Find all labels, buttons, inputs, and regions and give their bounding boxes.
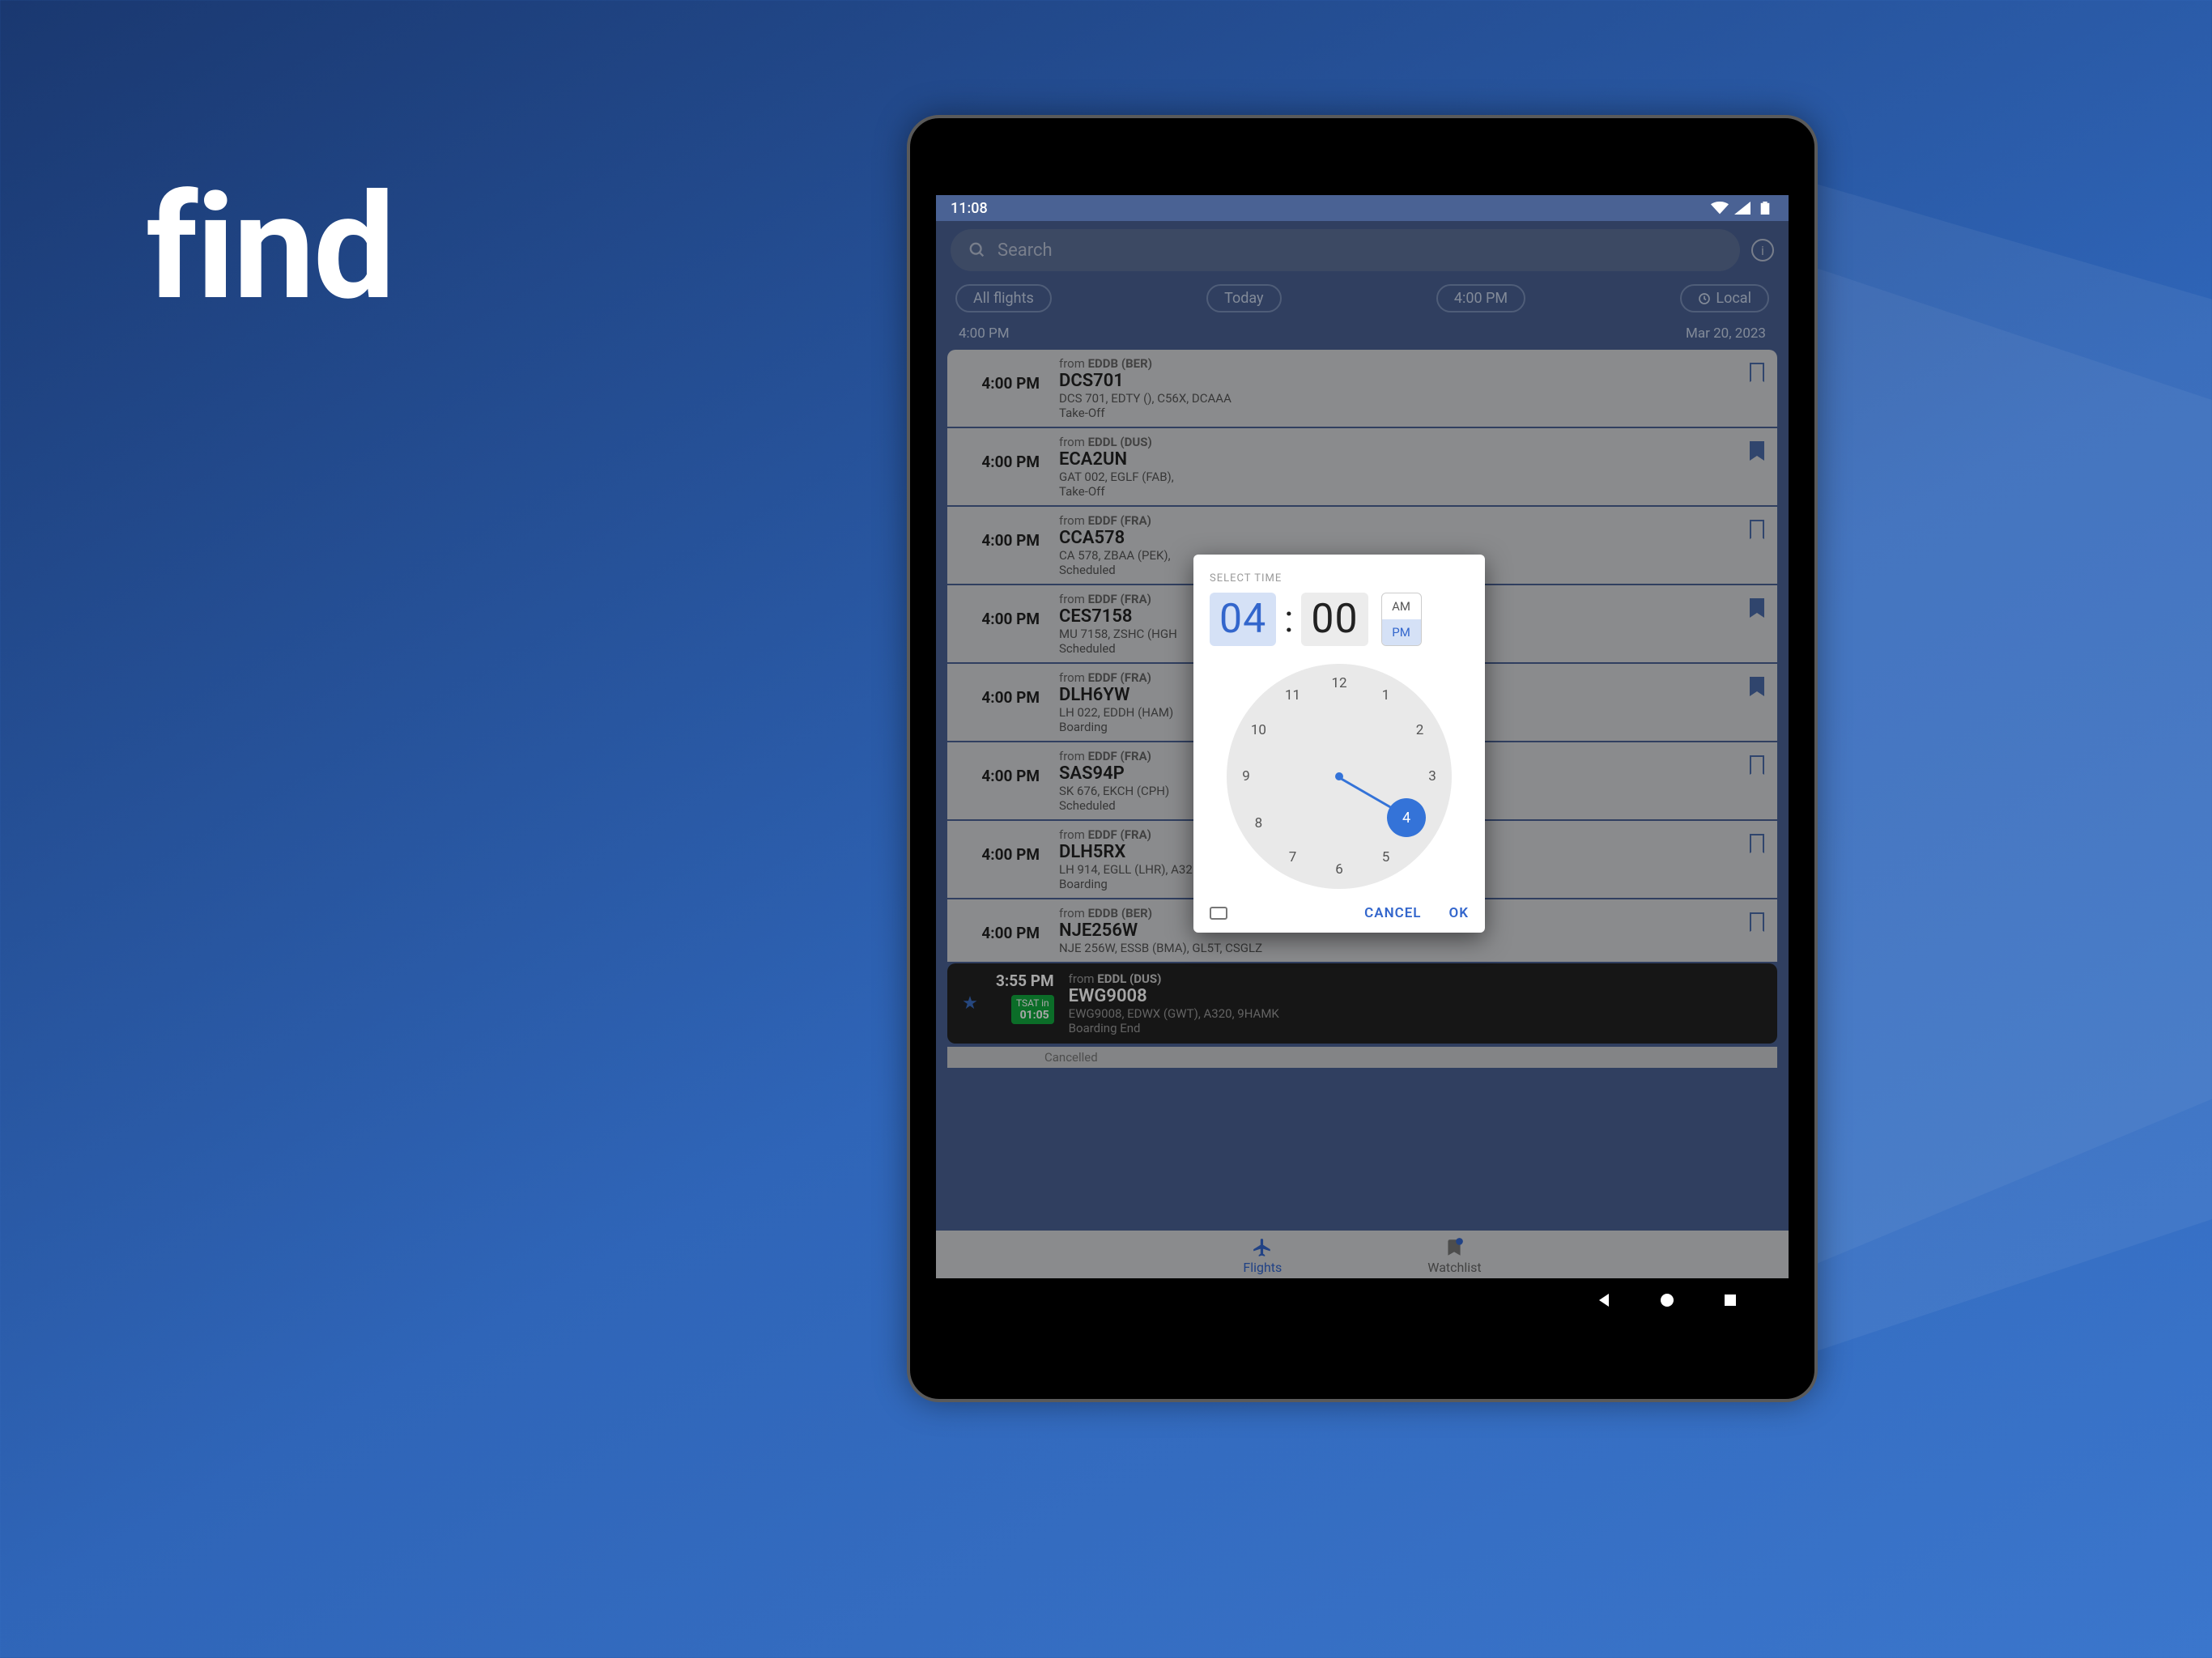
plane-icon <box>1252 1237 1273 1258</box>
time-colon: : <box>1284 597 1293 641</box>
flight-status: Boarding End <box>1069 1021 1766 1035</box>
hour-selector[interactable]: 04 <box>1210 593 1276 646</box>
status-time: 11:08 <box>951 200 988 217</box>
cancel-button[interactable]: CANCEL <box>1364 905 1421 921</box>
flight-card[interactable]: 4:00 PM from EDDL (DUS) ECA2UN GAT 002, … <box>947 428 1777 505</box>
flight-number: DCS701 <box>1059 371 1766 391</box>
clock-number[interactable]: 10 <box>1247 722 1270 738</box>
clock-number[interactable]: 1 <box>1375 687 1397 704</box>
star-icon[interactable]: ★ <box>959 971 981 1035</box>
flight-time: 4:00 PM <box>959 356 1040 420</box>
clock-number[interactable]: 11 <box>1282 687 1304 704</box>
flight-detail: NJE 256W, ESSB (BMA), GL5T, CSGLZ <box>1059 941 1766 955</box>
nav-back-icon[interactable] <box>1594 1290 1614 1310</box>
tablet-frame: 11:08 Search i All flights <box>907 115 1818 1402</box>
flight-time: 4:00 PM <box>959 827 1040 891</box>
flight-status: Take-Off <box>1059 484 1766 499</box>
flight-from: from EDDL (DUS) <box>1069 971 1766 986</box>
flight-time: 4:00 PM <box>959 592 1040 656</box>
highlight-time: 3:55 PM <box>996 971 1054 990</box>
flight-time: 4:00 PM <box>959 513 1040 577</box>
nav-recent-icon[interactable] <box>1721 1290 1740 1310</box>
flight-from: from EDDB (BER) <box>1059 356 1766 371</box>
flight-card[interactable]: 4:00 PM from EDDB (BER) DCS701 DCS 701, … <box>947 350 1777 427</box>
clock-number[interactable]: 9 <box>1235 768 1257 784</box>
flight-status: Take-Off <box>1059 406 1766 420</box>
clock-number[interactable]: 6 <box>1328 861 1351 878</box>
flight-time: 4:00 PM <box>959 906 1040 955</box>
clock-number[interactable]: 12 <box>1328 675 1351 691</box>
flight-from: from EDDF (FRA) <box>1059 513 1766 528</box>
search-icon <box>968 241 986 259</box>
flight-number: CCA578 <box>1059 528 1766 548</box>
flight-from: from EDDL (DUS) <box>1059 435 1766 449</box>
clock-number[interactable]: 5 <box>1375 849 1397 865</box>
minute-selector[interactable]: 00 <box>1301 593 1368 646</box>
cancelled-row: Cancelled <box>947 1047 1777 1068</box>
system-navbar <box>936 1278 1789 1322</box>
status-bar: 11:08 <box>936 195 1789 221</box>
filter-local[interactable]: Local <box>1680 284 1769 312</box>
flight-detail: EWG9008, EDWX (GWT), A320, 9HAMK <box>1069 1006 1766 1021</box>
clock-number[interactable]: 2 <box>1409 722 1431 738</box>
battery-icon <box>1756 202 1774 215</box>
time-picker-dialog: SELECT TIME 04 : 00 AM PM 4 121234567891… <box>1193 555 1485 933</box>
nav-flights[interactable]: Flights <box>1243 1237 1282 1275</box>
filter-all-flights[interactable]: All flights <box>955 284 1052 312</box>
signal-icon <box>1733 202 1751 215</box>
filter-time[interactable]: 4:00 PM <box>1436 284 1525 312</box>
bookmark-badge-icon <box>1444 1237 1465 1258</box>
clock-number[interactable]: 8 <box>1247 815 1270 831</box>
pm-button[interactable]: PM <box>1382 619 1421 645</box>
am-button[interactable]: AM <box>1382 593 1421 619</box>
clock-center <box>1335 772 1343 780</box>
flight-time: 4:00 PM <box>959 670 1040 734</box>
flight-detail: GAT 002, EGLF (FAB), <box>1059 470 1766 484</box>
tsat-badge: TSAT in01:05 <box>1011 995 1054 1024</box>
flight-detail: DCS 701, EDTY (), C56X, DCAAA <box>1059 391 1766 406</box>
subheader-time: 4:00 PM <box>959 325 1010 342</box>
ok-button[interactable]: OK <box>1449 905 1470 921</box>
info-icon[interactable]: i <box>1751 239 1774 261</box>
status-icons <box>1711 202 1774 215</box>
flight-number: ECA2UN <box>1059 449 1766 470</box>
clock-number[interactable]: 7 <box>1282 849 1304 865</box>
flight-time: 4:00 PM <box>959 749 1040 813</box>
flight-number: EWG9008 <box>1069 986 1766 1006</box>
clock-icon <box>1698 292 1711 305</box>
filter-today[interactable]: Today <box>1206 284 1281 312</box>
search-placeholder: Search <box>998 240 1053 261</box>
clock-face[interactable]: 4 121234567891011 <box>1227 664 1452 889</box>
highlight-flight-card[interactable]: ★ 3:55 PM TSAT in01:05 from EDDL (DUS) E… <box>947 963 1777 1044</box>
subheader-date: Mar 20, 2023 <box>1686 325 1766 342</box>
nav-watchlist[interactable]: Watchlist <box>1427 1237 1481 1275</box>
keyboard-icon[interactable] <box>1210 907 1227 920</box>
nav-home-icon[interactable] <box>1657 1290 1677 1310</box>
hero-text: find <box>146 162 393 333</box>
wifi-icon <box>1711 202 1729 215</box>
clock-knob[interactable]: 4 <box>1387 798 1426 837</box>
bottom-nav: Flights Watchlist <box>936 1231 1789 1278</box>
search-input[interactable]: Search <box>951 229 1740 271</box>
clock-number[interactable]: 3 <box>1421 768 1444 784</box>
dialog-title: SELECT TIME <box>1210 572 1469 585</box>
flight-time: 4:00 PM <box>959 435 1040 499</box>
